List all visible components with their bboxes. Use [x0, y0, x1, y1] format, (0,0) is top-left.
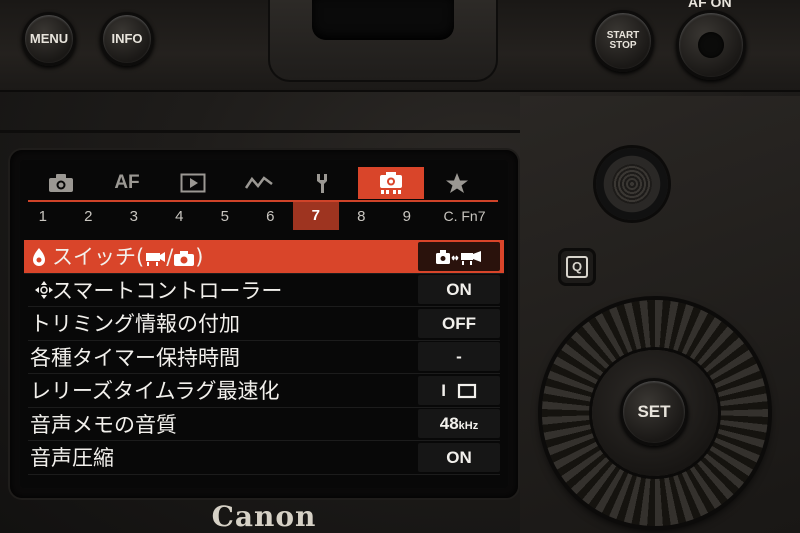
page-6[interactable]: 6 [248, 208, 294, 225]
menu-item-release-lag-label: レリーズタイムラグ最速化 [30, 379, 280, 404]
page-8[interactable]: 8 [339, 208, 385, 225]
start-stop-button[interactable]: START STOP [592, 10, 654, 72]
menu-item-timer-hold[interactable]: 各種タイマー保持時間 - [28, 341, 500, 374]
multi-controller-joystick[interactable] [596, 148, 668, 220]
tab-setup[interactable] [292, 167, 358, 199]
menu-item-smart-controller[interactable]: スマートコントローラー ON [28, 274, 500, 307]
viewfinder-eyepiece [312, 0, 454, 40]
menu-item-voice-memo-quality-value[interactable]: 48kHz [418, 409, 500, 439]
menu-item-switch-slash: / [166, 245, 174, 270]
menu-item-release-lag[interactable]: レリーズタイムラグ最速化 I [28, 374, 500, 408]
page-1[interactable]: 1 [20, 208, 66, 225]
menu-item-smart-controller-label: スマートコントローラー [52, 278, 283, 303]
menu-item-release-lag-value[interactable]: I [418, 375, 500, 405]
info-button[interactable]: INFO [100, 12, 154, 66]
start-label: START [606, 29, 640, 41]
tab-af[interactable]: AF [94, 167, 160, 199]
menu-button[interactable]: MENU [22, 12, 76, 66]
menu-item-switch-label: スイッチ( [52, 245, 145, 270]
page-5[interactable]: 5 [202, 208, 248, 225]
menu-item-audio-compression-label: 音声圧縮 [30, 446, 114, 471]
tab-playback[interactable] [160, 167, 226, 199]
menu-item-audio-compression-value[interactable]: ON [418, 442, 500, 472]
multi-direction-icon [35, 280, 53, 299]
square-outline-icon [457, 384, 476, 399]
wave-icon [244, 176, 273, 189]
voice-memo-unit: kHz [458, 420, 479, 433]
q-button[interactable]: Q [558, 248, 596, 286]
tab-custom-functions[interactable] [358, 167, 424, 199]
custom-function-camera-icon [380, 172, 402, 194]
page-indicator-row: 1 2 3 4 5 6 7 8 9 C. Fn7 [20, 202, 508, 230]
page-4[interactable]: 4 [157, 208, 203, 225]
star-icon [446, 173, 468, 193]
page-7[interactable]: 7 [293, 202, 339, 230]
panel-seam [0, 130, 520, 133]
af-on-label: AF ON [688, 0, 732, 10]
menu-list: スイッチ( /) スマートコントローラー ON トリミング情報の付加 OFF 各種… [24, 240, 504, 475]
stop-label: STOP [609, 40, 637, 51]
lcd-screen: AF 1 2 3 4 5 6 7 8 9 C. Fn7 スイッチ(/) スマ… [20, 160, 508, 488]
menu-item-trimming-info-value[interactable]: OFF [418, 308, 500, 338]
page-title-cfn: C. Fn7 [443, 208, 486, 224]
menu-item-trimming-info[interactable]: トリミング情報の付加 OFF [28, 307, 500, 341]
menu-item-timer-hold-value[interactable]: - [418, 342, 500, 372]
brand-logo: Canon [211, 500, 317, 533]
page-3[interactable]: 3 [111, 208, 157, 225]
release-lag-mode: I [441, 380, 446, 400]
af-on-button[interactable] [676, 10, 746, 80]
tab-network[interactable] [226, 167, 292, 199]
tab-af-label: AF [114, 172, 140, 193]
menu-item-trimming-info-label: トリミング情報の付加 [30, 312, 240, 337]
lock-dial-icon [33, 248, 45, 266]
tab-my-menu[interactable] [424, 167, 490, 199]
page-9[interactable]: 9 [384, 208, 430, 225]
playback-icon [180, 173, 206, 193]
menu-item-switch-value[interactable] [418, 241, 500, 271]
set-button[interactable]: SET [620, 378, 688, 446]
movie-icon [146, 252, 166, 267]
menu-tab-row: AF [20, 166, 508, 200]
q-label: Q [566, 256, 588, 278]
menu-item-audio-compression[interactable]: 音声圧縮 ON [28, 441, 500, 475]
menu-item-switch[interactable]: スイッチ( /) [24, 240, 504, 274]
camera-icon [174, 251, 195, 267]
menu-item-smart-controller-value[interactable]: ON [418, 275, 500, 305]
tab-shooting[interactable] [28, 167, 94, 199]
camera-icon [49, 174, 73, 192]
menu-item-switch-close: ) [195, 245, 204, 270]
menu-item-timer-hold-label: 各種タイマー保持時間 [30, 345, 240, 370]
page-2[interactable]: 2 [66, 208, 112, 225]
menu-item-voice-memo-quality[interactable]: 音声メモの音質 48kHz [28, 408, 500, 441]
menu-item-voice-memo-quality-label: 音声メモの音質 [30, 412, 177, 437]
camera-to-movie-icon [436, 250, 481, 266]
wrench-icon [317, 174, 327, 193]
voice-memo-rate: 48 [439, 414, 459, 434]
